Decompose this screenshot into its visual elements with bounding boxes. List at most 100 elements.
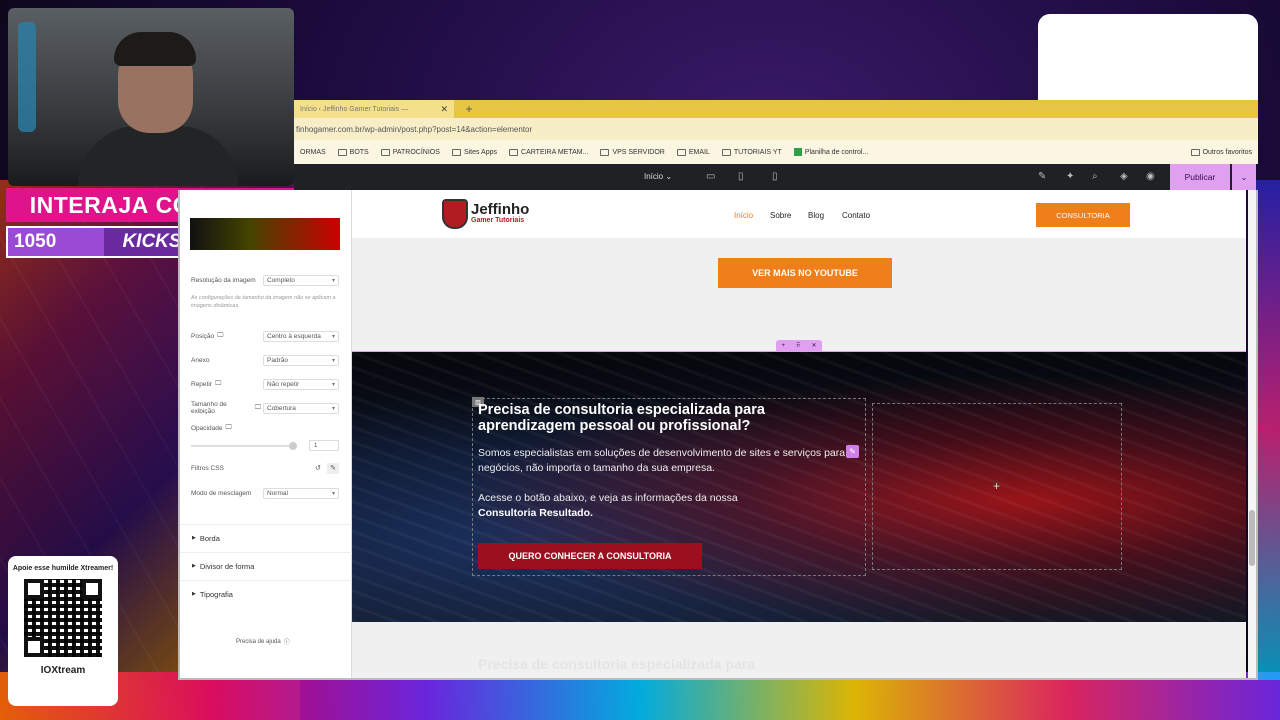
delete-section-icon[interactable]: ✕ [811, 342, 816, 349]
section-typography[interactable]: ▶ Tipografia [178, 580, 352, 607]
bookmark[interactable]: EMAIL [671, 148, 716, 156]
position-row: Posição 🖵 Centro à esquerda [191, 330, 341, 342]
new-tab-icon[interactable]: + [460, 100, 478, 118]
folder-icon [1190, 148, 1200, 156]
opacity-slider-handle[interactable] [289, 442, 297, 450]
search-icon[interactable]: ⌕ [1092, 171, 1098, 182]
attachment-label: Anexo [191, 356, 210, 364]
close-tab-icon[interactable]: ✕ [440, 104, 448, 115]
address-bar[interactable]: finhogamer.com.br/wp-admin/post.php?post… [294, 118, 1258, 140]
browser-tab[interactable]: Início ‹ Jeffinho Gamer Tutoriais — ✕ [294, 100, 454, 118]
publish-options-icon[interactable]: ⌄ [1232, 164, 1256, 190]
consultoria-button[interactable]: CONSULTORIA [1036, 203, 1130, 227]
microphone [18, 22, 36, 132]
responsive-icon[interactable]: 🖵 [215, 380, 221, 388]
desktop-view-icon[interactable]: ▭ [706, 171, 716, 183]
canvas-scrollbar[interactable] [1248, 190, 1256, 678]
logo-shield-icon [442, 199, 468, 229]
folder-icon [600, 148, 610, 156]
url-text: finhogamer.com.br/wp-admin/post.php?post… [296, 124, 533, 134]
bookmark-label: VPS SERVIDOR [612, 148, 665, 156]
display-size-select[interactable]: Cobertura [263, 402, 339, 414]
quero-conhecer-button[interactable]: QUERO CONHECER A CONSULTORIA [478, 543, 702, 569]
opacity-slider[interactable] [191, 442, 297, 450]
section-controls[interactable]: + ⠿ ✕ [776, 340, 822, 351]
site-logo[interactable]: Jeffinho Gamer Tutoriais [442, 198, 550, 230]
bookmark[interactable]: Planilha de control... [788, 148, 874, 156]
scrollbar-thumb[interactable] [1249, 510, 1255, 566]
bookmark[interactable]: CARTEIRA METAM... [503, 148, 594, 156]
display-size-row: Tamanho de exibição 🖵 Cobertura [191, 401, 341, 415]
responsive-icon[interactable]: 🖵 [217, 332, 223, 340]
edit-pencil-icon[interactable]: ✎ [327, 462, 339, 474]
bookmark[interactable]: Sites Apps [446, 148, 503, 156]
browser-chrome: Início ‹ Jeffinho Gamer Tutoriais — ✕ + … [294, 100, 1258, 164]
qr-corner [82, 579, 102, 599]
publish-button[interactable]: Publicar [1170, 164, 1230, 190]
css-filters-row: Filtros CSS ↺ ✎ [191, 462, 341, 474]
nav-blog[interactable]: Blog [808, 211, 824, 220]
opacity-label-text: Opacidade [191, 424, 223, 432]
preview-icon[interactable]: ◉ [1146, 171, 1155, 182]
add-section-icon[interactable]: + [782, 343, 786, 349]
caret-right-icon: ▶ [192, 535, 196, 541]
hero-text-2[interactable]: Acesse o botão abaixo, e veja as informa… [478, 491, 848, 521]
nav-sobre[interactable]: Sobre [770, 211, 791, 220]
resolution-label: Resolução da imagem [191, 276, 256, 284]
drag-handle-icon[interactable]: ⠿ [796, 342, 800, 349]
mobile-view-icon[interactable]: ▯ [772, 171, 782, 183]
caret-right-icon: ▶ [192, 563, 196, 569]
nav-inicio[interactable]: Início [734, 211, 753, 220]
bookmark-label: Outros favoritos [1202, 148, 1252, 156]
bookmark-label: CARTEIRA METAM... [521, 148, 589, 156]
streamer-hair [114, 32, 196, 66]
other-bookmarks[interactable]: Outros favoritos [1185, 148, 1258, 156]
position-select[interactable]: Centro à esquerda [263, 330, 339, 342]
nav-contato[interactable]: Contato [842, 211, 870, 220]
caret-right-icon: ▶ [192, 591, 196, 597]
tablet-view-icon[interactable]: ▯ [738, 171, 748, 183]
repeat-label-text: Repetir [191, 380, 212, 388]
folder-icon [509, 148, 519, 156]
logo-sub-text: Gamer Tutoriais [471, 217, 525, 224]
bookmark[interactable]: ORMAS [294, 149, 332, 156]
interaja-text-a: INTERAJA [29, 191, 149, 218]
add-widget-icon[interactable]: + [993, 479, 1000, 493]
opacity-row: Opacidade 🖵 [191, 422, 341, 434]
bookmark[interactable]: TUTORIAIS YT [716, 148, 788, 156]
layers-icon[interactable]: ◈ [1120, 171, 1128, 182]
help-icon: ⓘ [283, 640, 290, 646]
section-shape-divider[interactable]: ▶ Divisor de forma [178, 552, 352, 579]
page-selector[interactable]: Início ⌄ [644, 172, 672, 181]
bookmarks-bar: ORMAS BOTS PATROCÍNIOS Sites Apps CARTEI… [294, 140, 1258, 164]
elementor-top-bar: Início ⌄ ▭ ▯ ▯ ✎ ✦ ⌕ ◈ ◉ Publicar ⌄ [294, 164, 1256, 190]
brush-icon[interactable]: ✎ [1038, 171, 1046, 182]
responsive-icon[interactable]: 🖵 [225, 424, 231, 432]
size-note: As configurações de tamanho da imagem nã… [191, 295, 336, 309]
resolution-select[interactable]: Completo [263, 274, 339, 286]
section-border[interactable]: ▶ Borda [178, 524, 352, 551]
attachment-select[interactable]: Padrão [263, 354, 339, 366]
help-link[interactable]: Precisa de ajuda ⓘ [236, 637, 290, 647]
hero-title[interactable]: Precisa de consultoria especializada par… [478, 402, 858, 434]
reset-icon[interactable]: ↺ [315, 464, 321, 472]
folder-icon [337, 148, 347, 156]
site-header: Jeffinho Gamer Tutoriais Início Sobre Bl… [352, 190, 1246, 238]
youtube-button[interactable]: VER MAIS NO YOUTUBE [718, 258, 892, 288]
hero-text-2b: Consultoria Resultado. [478, 507, 593, 519]
right-column[interactable]: + [872, 403, 1122, 570]
hero-text[interactable]: Somos especialistas em soluções de desen… [478, 446, 848, 476]
spreadsheet-icon [793, 148, 802, 156]
edit-widget-icon[interactable]: ✎ [846, 445, 859, 458]
blend-mode-select[interactable]: Normal [263, 487, 339, 499]
bookmark[interactable]: BOTS [332, 148, 375, 156]
bookmark[interactable]: PATROCÍNIOS [375, 148, 446, 156]
editor-canvas: Jeffinho Gamer Tutoriais Início Sobre Bl… [352, 190, 1246, 678]
kicks-current: 1050 [8, 228, 104, 256]
background-image-preview[interactable] [190, 218, 340, 250]
bookmark[interactable]: VPS SERVIDOR [594, 148, 670, 156]
responsive-icon[interactable]: 🖵 [255, 404, 261, 412]
opacity-input[interactable]: 1 [309, 440, 339, 451]
notifications-icon[interactable]: ✦ [1066, 171, 1074, 182]
repeat-select[interactable]: Não repetir [263, 378, 339, 390]
